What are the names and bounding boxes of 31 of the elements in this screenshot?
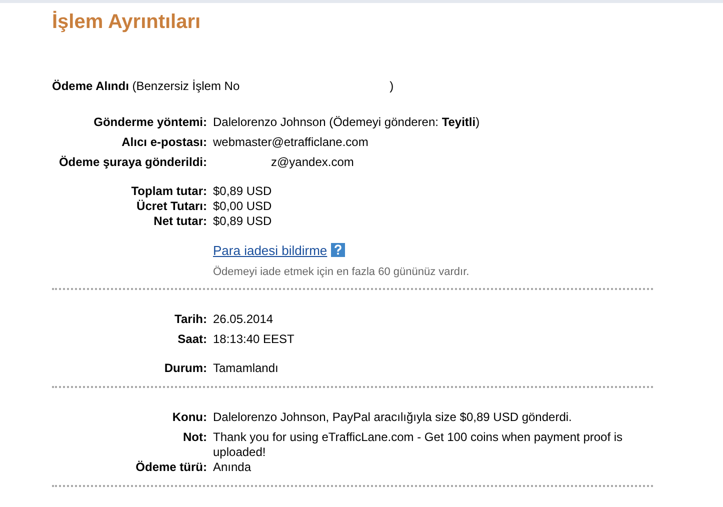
field-label: Durum: xyxy=(163,361,207,376)
refund-note: Ödemeyi iade etmek için en fazla 60 gününüz vardır. xyxy=(213,266,470,278)
field-value: $0,89 USD xyxy=(213,184,273,199)
field-value: $0,00 USD xyxy=(213,199,273,214)
field-value: Tamamlandı xyxy=(213,361,280,376)
transaction-note: ) xyxy=(390,79,394,93)
field-value: z@yandex.com xyxy=(270,155,355,170)
field-label: Ödeme türü: xyxy=(134,460,207,475)
field-value: Thank you for using eTrafficLane.com - Get 100 coins when payment proof is uploaded! xyxy=(213,430,624,460)
field-label: Alıcı e-postası: xyxy=(120,135,207,150)
field-value: $0,89 USD xyxy=(213,214,273,229)
field-label: Gönderme yöntemi: xyxy=(92,115,207,130)
field-value: Anında xyxy=(213,460,252,475)
transaction-note: (Benzersiz İşlem No xyxy=(132,79,240,93)
status-heading: Ödeme Alındı xyxy=(52,79,129,93)
field-label: Net tutar: xyxy=(152,214,207,229)
field-label: Tarih: xyxy=(174,312,207,327)
field-value: 26.05.2014 xyxy=(213,312,274,327)
field-label: Not: xyxy=(182,430,207,446)
refund-link[interactable]: Para iadesi bildirme xyxy=(213,243,328,258)
field-label: Toplam tutar: xyxy=(130,184,207,199)
help-icon[interactable] xyxy=(331,243,346,257)
field-value: Dalelorenzo Johnson, PayPal aracılığıyla size $0,89 USD gönderdi. xyxy=(213,410,573,425)
page-title: İşlem Ayrıntıları xyxy=(52,11,202,34)
field-value: Dalelorenzo Johnson (Ödemeyi gönderen: Teyitli) xyxy=(213,115,481,130)
field-label: Konu: xyxy=(171,410,207,425)
field-label: Ücret Tutarı: xyxy=(136,199,207,214)
field-label: Saat: xyxy=(176,332,207,347)
field-value: webmaster@etrafficlane.com xyxy=(213,135,370,150)
field-value: 18:13:40 EEST xyxy=(213,332,296,347)
field-label: Ödeme şuraya gönderildi: xyxy=(58,155,207,170)
